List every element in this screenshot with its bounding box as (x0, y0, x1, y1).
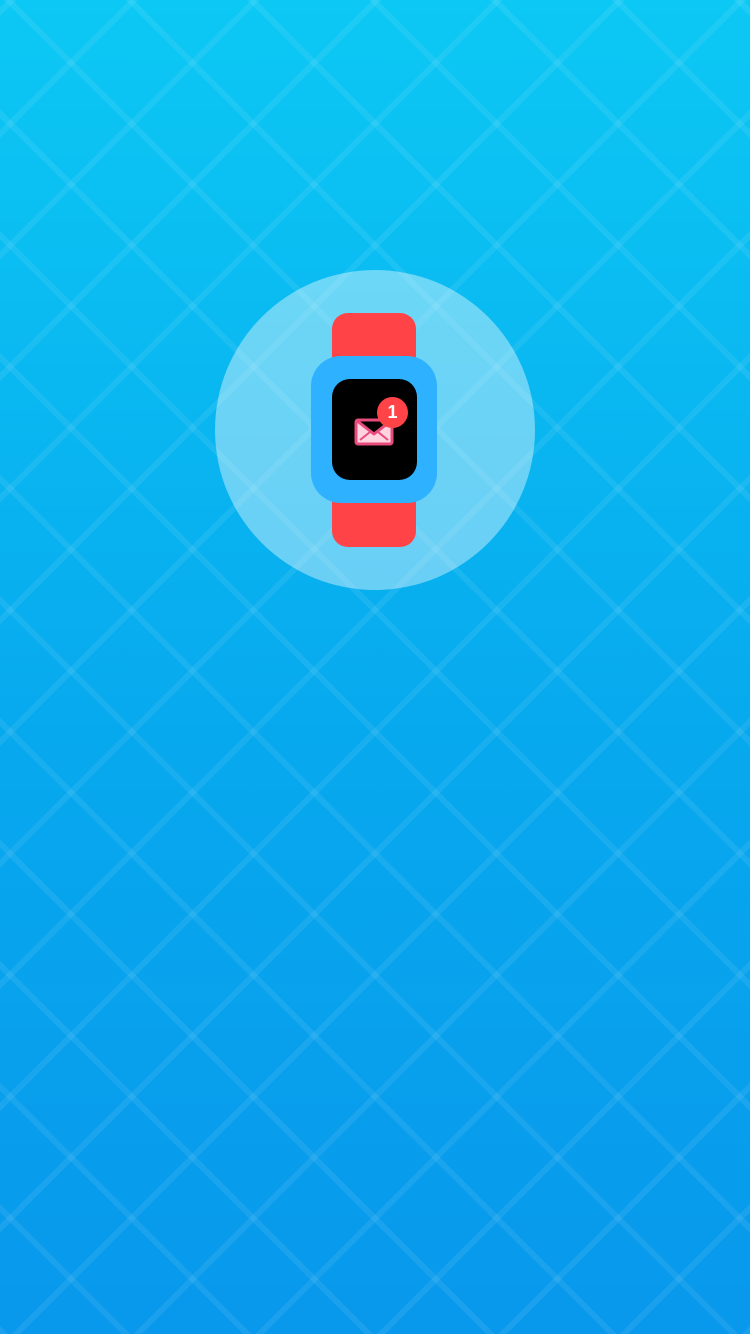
background-pattern (0, 0, 750, 1334)
notification-badge: 1 (377, 397, 408, 428)
app-screen: 1 (0, 0, 750, 1334)
